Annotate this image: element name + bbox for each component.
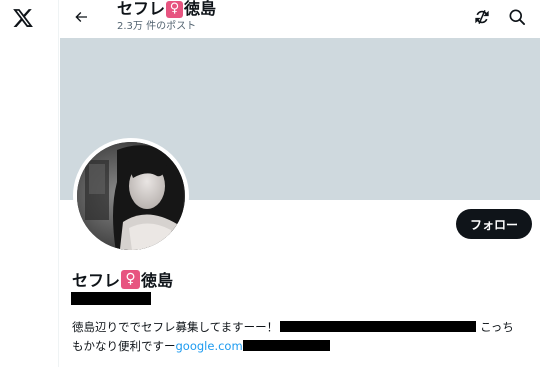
- profile-header-bar: セフレ ♀ 徳島 2.3万 件のポスト: [60, 0, 540, 38]
- bio-text-2: もかなり便利ですー: [72, 339, 176, 353]
- follow-button[interactable]: フォロー: [456, 209, 532, 239]
- profile-main-column: セフレ ♀ 徳島 2.3万 件のポスト フォロー セフレ ♀ 徳島 徳島辺りでで…: [60, 0, 540, 367]
- header-title-suffix: 徳島: [184, 0, 217, 18]
- x-logo-icon[interactable]: [11, 7, 35, 29]
- profile-name-suffix: 徳島: [141, 271, 174, 290]
- profile-display-name: セフレ ♀ 徳島: [72, 267, 173, 291]
- bio-link-redaction: [242, 340, 330, 351]
- bio-link[interactable]: google.com: [176, 339, 243, 353]
- bio-line-2: もかなり便利ですーgoogle.com: [72, 337, 532, 356]
- female-sign-icon: ♀: [166, 0, 184, 18]
- profile-name-prefix: セフレ: [72, 271, 121, 290]
- bio-text-1: 徳島辺りででセフレ募集してますーー！: [72, 320, 279, 334]
- arrow-left-icon[interactable]: [73, 9, 89, 25]
- bio-line-1: 徳島辺りででセフレ募集してますーー！ こっち: [72, 318, 532, 337]
- avatar-photo: [77, 142, 185, 250]
- header-title-prefix: セフレ: [117, 0, 166, 18]
- profile-meta-row: [72, 362, 532, 367]
- search-icon[interactable]: [507, 7, 527, 27]
- left-nav: [0, 0, 59, 367]
- post-count: 2.3万 件のポスト: [117, 21, 197, 32]
- handle-redaction: [71, 292, 151, 305]
- female-sign-icon: ♀: [121, 269, 141, 289]
- header-title: セフレ ♀ 徳島: [117, 0, 216, 20]
- avatar[interactable]: [73, 138, 189, 254]
- refresh-icon[interactable]: [472, 7, 492, 27]
- bio-text-1-end: こっち: [480, 320, 514, 334]
- header-title-block: セフレ ♀ 徳島 2.3万 件のポスト: [117, 0, 216, 34]
- profile-bio: 徳島辺りででセフレ募集してますーー！ こっち もかなり便利ですーgoogle.co…: [72, 318, 532, 356]
- bio-redaction: [280, 321, 477, 332]
